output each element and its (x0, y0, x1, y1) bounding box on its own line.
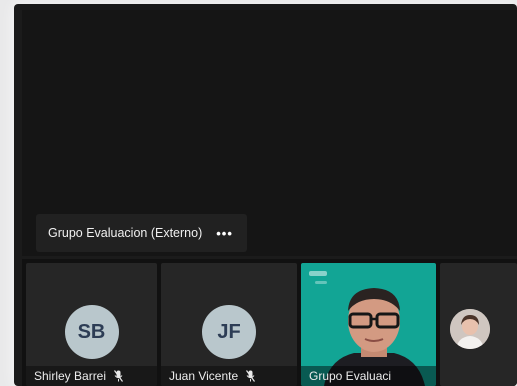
participant-tile[interactable]: JF Juan Vicente (161, 263, 297, 386)
more-options-icon[interactable]: ••• (216, 226, 233, 241)
participant-name: Shirley Barrei (34, 369, 107, 383)
participant-video-tile[interactable]: Grupo Evaluaci (301, 263, 436, 386)
participant-name: Juan Vicente (169, 369, 239, 383)
profile-photo-icon (450, 309, 490, 349)
participant-name-bar: Shirley Barrei (26, 366, 157, 386)
mic-muted-icon (114, 370, 124, 382)
avatar-initials: JF (202, 305, 256, 359)
avatar (450, 309, 490, 349)
speaker-name: Grupo Evaluacion (Externo) (48, 226, 203, 240)
participant-name-bar: Grupo Evaluaci (301, 366, 436, 386)
main-stage: Grupo Evaluacion (Externo) ••• (22, 10, 517, 256)
participant-name-bar: Juan Vicente (161, 366, 297, 386)
video-overlay-text (309, 271, 327, 276)
speaker-label-bar: Grupo Evaluacion (Externo) ••• (36, 214, 247, 252)
avatar-initials: SB (64, 305, 119, 359)
participant-strip: SB Shirley Barrei JF Juan Vicente Grupo … (22, 259, 517, 386)
meeting-window: Grupo Evaluacion (Externo) ••• SB Shirle… (14, 4, 517, 386)
participant-tile[interactable] (440, 263, 517, 386)
mic-muted-icon (246, 370, 256, 382)
participant-name: Grupo Evaluaci (309, 369, 392, 383)
participant-tile[interactable]: SB Shirley Barrei (26, 263, 157, 386)
